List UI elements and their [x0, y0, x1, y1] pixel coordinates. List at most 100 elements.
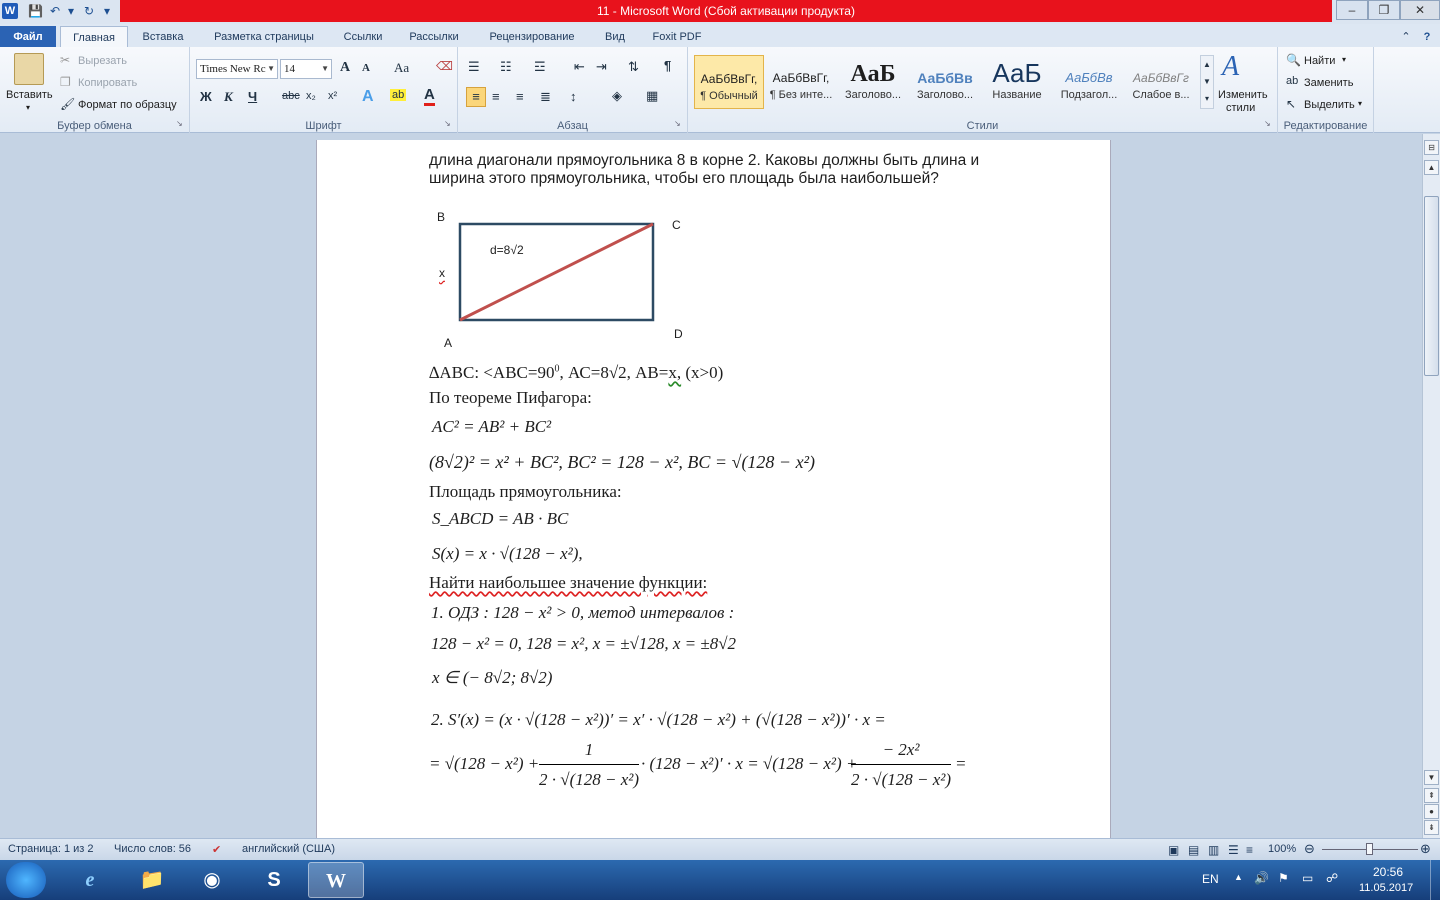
start-button[interactable]	[6, 862, 46, 898]
increase-indent-icon[interactable]: ⇥	[596, 59, 607, 75]
paste-button[interactable]: Вставить	[6, 89, 53, 101]
borders-icon[interactable]: ▦	[646, 88, 658, 104]
sort-icon[interactable]: ⇅	[628, 59, 639, 75]
maximize-button[interactable]: ❐	[1368, 0, 1400, 20]
ruler-toggle-icon[interactable]: ⊟	[1424, 140, 1439, 155]
font-size-combo[interactable]: 14 ▼	[280, 59, 332, 79]
select-button[interactable]: Выделить	[1304, 99, 1355, 111]
change-styles-label-1[interactable]: Изменить	[1218, 89, 1268, 101]
styles-launcher-icon[interactable]: ↘	[1264, 119, 1271, 128]
help-icon[interactable]: ?	[1418, 26, 1436, 48]
line-spacing-icon[interactable]: ↕	[570, 89, 577, 104]
vertical-scrollbar[interactable]: ⊟ ▲ ▼ ⇞ ● ⇟	[1422, 134, 1440, 838]
cut-button[interactable]: Вырезать	[78, 55, 127, 67]
skype-icon[interactable]: S	[246, 862, 302, 898]
word-logo-icon[interactable]: W	[2, 3, 18, 19]
volume-icon[interactable]: 🔊	[1254, 871, 1269, 885]
decrease-indent-icon[interactable]: ⇤	[574, 59, 585, 75]
tab-insert[interactable]: Вставка	[138, 26, 188, 48]
clipboard-launcher-icon[interactable]: ↘	[176, 119, 183, 128]
document-page[interactable]: длина диагонали прямоугольника 8 в корне…	[316, 140, 1111, 840]
font-color-button[interactable]: A	[424, 87, 435, 106]
outline-view-icon[interactable]: ☰	[1228, 843, 1239, 857]
internet-explorer-icon[interactable]: e	[62, 862, 118, 898]
tab-references[interactable]: Ссылки	[336, 26, 390, 48]
redo-icon[interactable]: ↻	[84, 3, 94, 19]
change-styles-label-2[interactable]: стили	[1226, 102, 1255, 114]
justify-button[interactable]: ≣	[540, 89, 551, 105]
numbering-icon[interactable]: ☷	[500, 59, 512, 75]
highlight-button[interactable]: ab	[390, 89, 407, 101]
chrome-icon[interactable]: ◉	[184, 862, 240, 898]
zoom-out-icon[interactable]: ⊖	[1304, 841, 1315, 857]
word-taskbar-icon[interactable]: W	[308, 862, 364, 898]
tab-review[interactable]: Рецензирование	[480, 26, 584, 48]
find-dropdown-icon[interactable]: ▾	[1342, 55, 1346, 64]
word-count-status[interactable]: Число слов: 56	[114, 843, 191, 855]
next-page-button[interactable]: ⇟	[1424, 820, 1439, 835]
undo-icon[interactable]: ↶	[50, 3, 60, 19]
select-dropdown-icon[interactable]: ▾	[1358, 99, 1362, 108]
tab-foxit-pdf[interactable]: Foxit PDF	[646, 26, 708, 48]
full-screen-view-icon[interactable]: ▤	[1188, 843, 1199, 857]
web-layout-view-icon[interactable]: ▥	[1208, 843, 1219, 857]
font-name-combo[interactable]: Times New Rc ▼	[196, 59, 278, 79]
bold-button[interactable]: Ж	[200, 89, 212, 104]
strikethrough-button[interactable]: abc	[282, 90, 300, 102]
tab-home[interactable]: Главная	[60, 26, 128, 48]
scroll-down-button[interactable]: ▼	[1424, 770, 1439, 785]
replace-button[interactable]: Заменить	[1304, 77, 1353, 89]
save-icon[interactable]: 💾	[28, 3, 43, 19]
style-normal[interactable]: АаБбВвГг, ¶ Обычный	[694, 55, 764, 109]
show-marks-icon[interactable]: ¶	[664, 58, 671, 73]
customize-toolbar-icon[interactable]: ▾	[104, 3, 110, 19]
find-button[interactable]: Найти	[1304, 55, 1335, 67]
align-right-button[interactable]: ≡	[516, 89, 524, 104]
clock-time[interactable]: 20:56	[1373, 865, 1403, 879]
page-count-status[interactable]: Страница: 1 из 2	[8, 843, 94, 855]
change-case-button[interactable]: Aa	[394, 60, 409, 76]
close-button[interactable]: ✕	[1400, 0, 1440, 20]
file-explorer-icon[interactable]: 📁	[124, 862, 180, 898]
show-desktop-button[interactable]	[1430, 860, 1440, 900]
font-size-dropdown-icon[interactable]: ▼	[321, 60, 329, 78]
text-effects-button[interactable]: A	[362, 88, 374, 106]
action-center-icon[interactable]: ⚑	[1278, 871, 1289, 885]
clock-date[interactable]: 11.05.2017	[1359, 882, 1413, 894]
power-icon[interactable]: ☍	[1326, 871, 1338, 885]
align-left-button[interactable]: ≡	[466, 87, 486, 107]
zoom-slider-thumb[interactable]	[1366, 843, 1373, 855]
paragraph-launcher-icon[interactable]: ↘	[674, 119, 681, 128]
shrink-font-button[interactable]: A	[362, 62, 370, 74]
scroll-up-button[interactable]: ▲	[1424, 160, 1439, 175]
tab-page-layout[interactable]: Разметка страницы	[202, 26, 326, 48]
change-styles-icon[interactable]: A	[1222, 51, 1239, 83]
clear-format-icon[interactable]: ⌫	[436, 59, 453, 73]
tab-view[interactable]: Вид	[598, 26, 632, 48]
tab-mailings[interactable]: Рассылки	[400, 26, 468, 48]
tab-file[interactable]: Файл	[0, 26, 56, 48]
subscript-button[interactable]: x₂	[306, 90, 316, 102]
scroll-thumb[interactable]	[1424, 196, 1439, 376]
network-icon[interactable]: ▭	[1302, 871, 1313, 885]
input-language[interactable]: EN	[1202, 872, 1219, 886]
browse-object-button[interactable]: ●	[1424, 804, 1439, 819]
minimize-button[interactable]: –	[1336, 0, 1368, 20]
style-no-spacing[interactable]: АаБбВвГг, ¶ Без инте...	[766, 55, 836, 109]
paste-dropdown-icon[interactable]: ▾	[26, 103, 30, 112]
show-hidden-icons-icon[interactable]: ▲	[1234, 872, 1243, 882]
multilevel-list-icon[interactable]: ☲	[534, 59, 546, 75]
language-status[interactable]: английский (США)	[242, 843, 335, 855]
style-heading-2[interactable]: АаБбВв Заголово...	[910, 55, 980, 109]
superscript-button[interactable]: x²	[328, 90, 337, 102]
style-subtitle[interactable]: АаБбВв Подзагол...	[1054, 55, 1124, 109]
font-name-dropdown-icon[interactable]: ▼	[267, 60, 275, 78]
spelling-check-icon[interactable]: ✔	[212, 843, 221, 856]
underline-button[interactable]: Ч	[248, 89, 257, 104]
style-title[interactable]: АаБ Название	[982, 55, 1052, 109]
format-painter-button[interactable]: Формат по образцу	[78, 99, 177, 111]
italic-button[interactable]: К	[224, 89, 233, 105]
previous-page-button[interactable]: ⇞	[1424, 788, 1439, 803]
styles-gallery-scroll-icon[interactable]: ▲ ▼ ▾	[1200, 55, 1214, 109]
zoom-level[interactable]: 100%	[1268, 843, 1296, 855]
